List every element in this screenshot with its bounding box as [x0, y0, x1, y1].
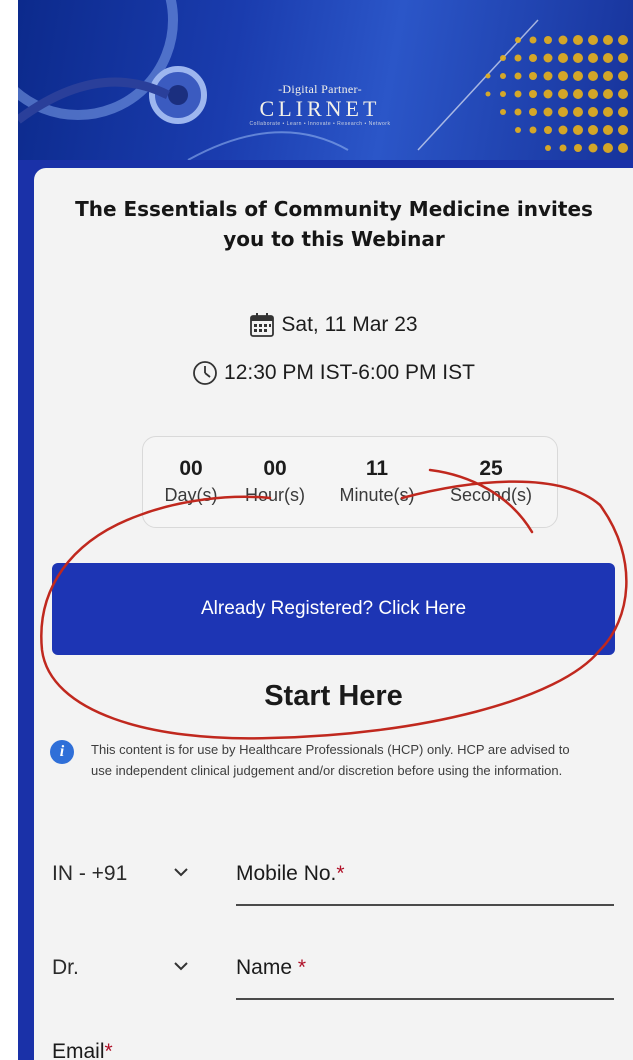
countdown-days-value: 00 [179, 457, 203, 480]
email-label: Email [52, 1040, 105, 1060]
countdown-days: 00 Day(s) [161, 455, 221, 507]
brand-tagline: Collaborate • Learn • Innovate • Researc… [249, 121, 391, 127]
title-prefix-select[interactable]: Dr. [52, 956, 79, 980]
name-label: Name [236, 956, 293, 979]
webinar-time: 12:30 PM IST-6:00 PM IST [34, 360, 633, 386]
brand-name: CLIRNET [259, 96, 381, 121]
countdown-seconds-label: Second(s) [449, 485, 533, 505]
countdown-seconds: 25 Second(s) [441, 455, 541, 507]
registration-card: The Essentials of Community Medicine inv… [34, 168, 633, 1060]
required-asterisk: * [104, 1040, 113, 1060]
time-text: 12:30 PM IST-6:00 PM IST [224, 361, 475, 384]
required-asterisk: * [297, 956, 307, 979]
countdown-timer: 00 Day(s) 00 Hour(s) 11 Minute(s) 25 Sec… [142, 436, 558, 528]
chevron-down-icon[interactable] [172, 866, 190, 878]
countdown-hours: 00 Hour(s) [237, 455, 313, 507]
mobile-label: Mobile No. [236, 862, 337, 885]
clock-icon [193, 361, 217, 385]
calendar-icon [250, 313, 275, 337]
webinar-title: The Essentials of Community Medicine inv… [75, 197, 593, 251]
partner-label: -Digital Partner- [278, 82, 362, 96]
header-banner: -Digital Partner- CLIRNET Collaborate • … [18, 0, 633, 160]
start-here-heading: Start Here [264, 680, 403, 712]
countdown-minutes-value: 11 [365, 457, 389, 480]
name-input[interactable]: Name * [236, 946, 614, 1000]
clirnet-logo: -Digital Partner- CLIRNET Collaborate • … [240, 82, 400, 127]
already-registered-button[interactable]: Already Registered? Click Here [52, 563, 615, 655]
webinar-date: Sat, 11 Mar 23 [34, 312, 633, 338]
countdown-minutes-label: Minute(s) [339, 485, 415, 505]
banner-artwork [18, 0, 628, 160]
name-row: Dr. Name * [34, 946, 633, 1006]
info-icon: i [50, 740, 74, 764]
hcp-disclaimer: This content is for use by Healthcare Pr… [91, 742, 570, 778]
countdown-seconds-value: 25 [479, 457, 503, 480]
email-field[interactable]: Email* [52, 1040, 113, 1060]
mobile-row: IN - +91 Mobile No.* [34, 852, 633, 912]
countdown-days-label: Day(s) [164, 485, 218, 505]
countdown-hours-value: 00 [263, 457, 287, 480]
app-frame: -Digital Partner- CLIRNET Collaborate • … [18, 0, 633, 1060]
mobile-number-input[interactable]: Mobile No.* [236, 852, 614, 906]
countdown-hours-label: Hour(s) [244, 485, 305, 505]
chevron-down-icon[interactable] [172, 960, 190, 972]
date-text: Sat, 11 Mar 23 [281, 313, 418, 336]
countdown-minutes: 11 Minute(s) [329, 455, 425, 507]
required-asterisk: * [336, 862, 345, 885]
country-code-select[interactable]: IN - +91 [52, 862, 127, 886]
